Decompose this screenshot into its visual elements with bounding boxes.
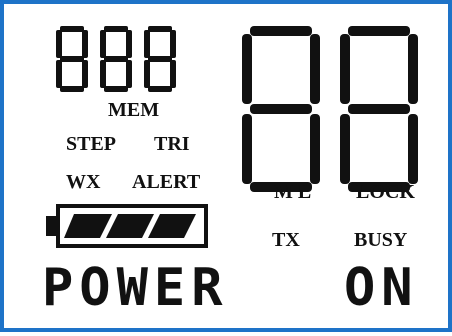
status-power-text: POWER (42, 258, 229, 318)
small-digit-1 (56, 26, 88, 92)
battery-bar-1 (64, 214, 112, 238)
tx-indicator: TX (272, 229, 300, 251)
wx-indicator: WX (66, 171, 101, 193)
big-digit-1 (242, 26, 320, 192)
small-digit-2 (100, 26, 132, 92)
mem-indicator: MEM (108, 99, 160, 121)
big-digit-2 (340, 26, 418, 192)
battery-bar-3 (148, 214, 196, 238)
lcd-display: MEM STEP TRI WX ALERT M L LOCK TX BUSY P… (0, 0, 452, 332)
small-digit-3 (144, 26, 176, 92)
battery-icon (46, 204, 208, 248)
status-on-text: ON (344, 258, 419, 318)
lock-indicator: LOCK (356, 181, 415, 203)
alert-indicator: ALERT (132, 171, 201, 193)
small-digits (56, 26, 176, 92)
ml-indicator: M L (274, 181, 312, 203)
step-indicator: STEP (66, 133, 117, 155)
busy-indicator: BUSY (354, 229, 408, 251)
battery-bar-2 (106, 214, 154, 238)
tri-indicator: TRI (154, 133, 190, 155)
big-digits (242, 26, 418, 192)
